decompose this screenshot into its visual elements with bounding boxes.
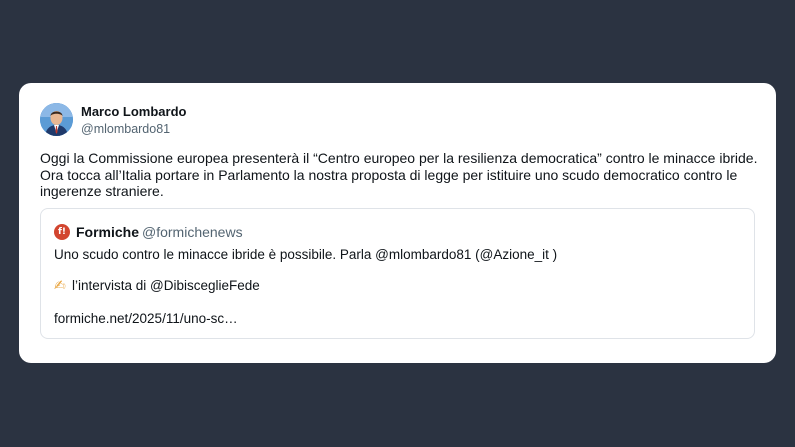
quote-link[interactable]: formiche.net/2025/11/uno-sc…	[54, 310, 238, 328]
tweet-text-line: Oggi la Commissione europea presenterà i…	[40, 150, 758, 166]
author-handle[interactable]: @mlombardo81	[81, 121, 170, 137]
quoted-tweet[interactable]: f! Formiche @formichenews Uno scudo cont…	[40, 208, 755, 339]
formiche-logo-icon: f!	[54, 224, 70, 240]
author-avatar[interactable]	[40, 103, 73, 136]
quote-author-name[interactable]: Formiche	[76, 223, 139, 241]
quote-text-line: Uno scudo contro le minacce ibride è pos…	[54, 247, 558, 262]
tweet-card: Marco Lombardo @mlombardo81 Oggi la Comm…	[19, 83, 776, 363]
quote-interview-text: l’intervista di @DibisceglieFede	[72, 278, 260, 293]
quote-author-handle[interactable]: @formichenews	[142, 223, 243, 241]
quote-text-line: ✍ l’intervista di @DibisceglieFede	[54, 277, 260, 295]
author-name[interactable]: Marco Lombardo	[81, 104, 186, 120]
user-avatar-icon	[40, 103, 73, 136]
writing-hand-icon: ✍	[54, 278, 66, 294]
tweet-text-line: Ora tocca all’Italia portare in Parlamen…	[40, 166, 738, 183]
tweet-text: Oggi la Commissione europea presenterà i…	[40, 150, 760, 200]
tweet-text-line: ingerenze straniere.	[40, 183, 164, 199]
